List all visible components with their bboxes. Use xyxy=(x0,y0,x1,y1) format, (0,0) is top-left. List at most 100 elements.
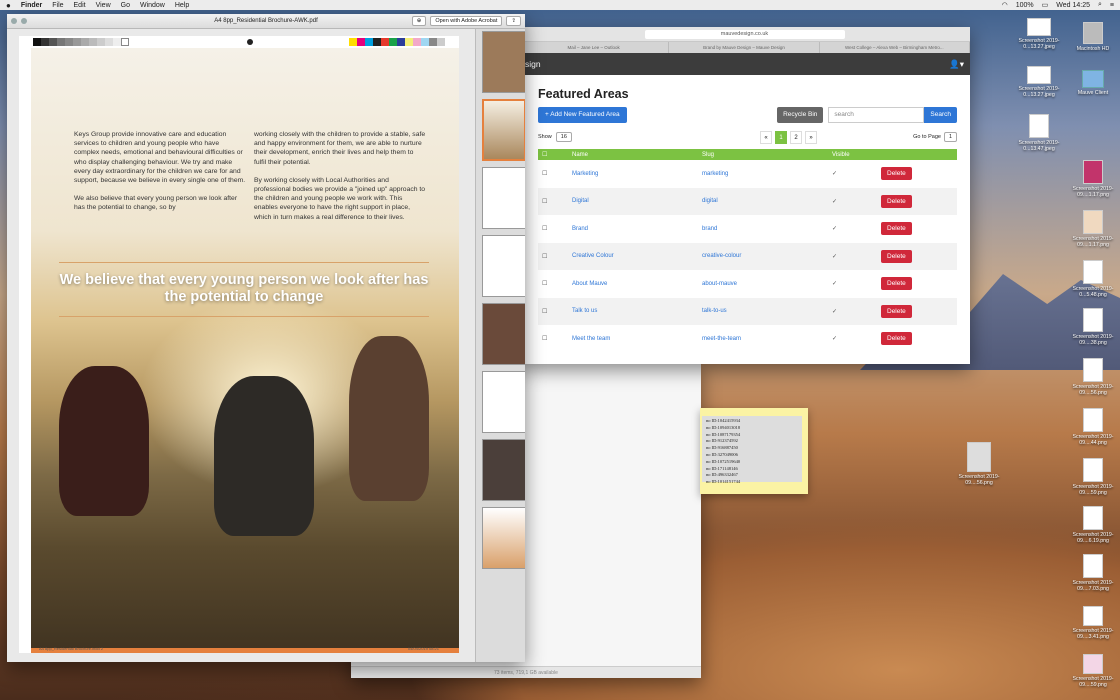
search-button[interactable]: Search xyxy=(924,106,957,123)
thumbnail-page-3[interactable] xyxy=(482,167,525,229)
desktop-screenshot[interactable]: Screenshot 2019-09....7.03.png xyxy=(1066,554,1120,592)
row-checkbox[interactable]: ☐ xyxy=(538,215,568,243)
cms-brand[interactable]: sign xyxy=(525,59,541,69)
menu-go[interactable]: Go xyxy=(121,2,130,9)
goto-select[interactable]: 1 xyxy=(943,132,957,142)
menu-list-icon[interactable]: ≡ xyxy=(1110,2,1114,9)
dragged-screenshot[interactable]: Screenshot 2019-09....56.png xyxy=(952,442,1006,486)
visible-check-icon[interactable]: ✓ xyxy=(828,242,877,271)
delete-button[interactable]: Delete xyxy=(881,332,912,346)
battery-icon[interactable]: ▭ xyxy=(1042,1,1049,9)
row-checkbox[interactable]: ☐ xyxy=(538,325,568,353)
zoom-icon[interactable]: ⊕ xyxy=(411,16,427,26)
row-checkbox[interactable]: ☐ xyxy=(538,160,568,188)
desktop-screenshot[interactable]: Screenshot 2019-09....6.19.png xyxy=(1066,506,1120,544)
thumbnail-page-6[interactable] xyxy=(482,371,525,433)
delete-button[interactable]: Delete xyxy=(881,277,912,291)
page-next[interactable]: » xyxy=(805,130,817,144)
wifi-icon[interactable]: ◠ xyxy=(1002,1,1008,9)
menu-file[interactable]: File xyxy=(52,2,63,9)
desktop-screenshot[interactable]: Screenshot 2019-09....44.png xyxy=(1066,408,1120,446)
menu-help[interactable]: Help xyxy=(175,2,189,9)
desktop-screenshot[interactable]: Screenshot 2019-09....1.17.png xyxy=(1066,160,1120,198)
desktop-screenshot[interactable]: Screenshot 2019-0...13.27.jpeg xyxy=(1012,18,1066,50)
desktop-screenshot[interactable]: Screenshot 2019-09....56.png xyxy=(1066,358,1120,396)
desktop-screenshot[interactable]: Screenshot 2019-0...5.48.png xyxy=(1066,260,1120,298)
page-2[interactable]: 2 xyxy=(790,130,802,144)
menu-finder[interactable]: Finder xyxy=(21,2,42,9)
sticky-note[interactable]: no ID:1042415934 no ID:1094013018 no ID:10… xyxy=(700,408,808,494)
thumbnail-page-5[interactable] xyxy=(482,303,525,365)
visible-check-icon[interactable]: ✓ xyxy=(828,325,877,353)
row-slug[interactable]: digital xyxy=(698,187,828,216)
desktop-screenshot[interactable]: Screenshot 2019-09....1.17.png xyxy=(1066,210,1120,248)
search-input[interactable]: search xyxy=(828,106,925,123)
row-checkbox[interactable]: ☐ xyxy=(538,297,568,326)
visible-check-icon[interactable]: ✓ xyxy=(828,187,877,216)
open-acrobat-button[interactable]: Open with Adobe Acrobat xyxy=(430,16,503,26)
delete-button[interactable]: Delete xyxy=(881,222,912,236)
delete-button[interactable]: Delete xyxy=(881,304,912,318)
menu-edit[interactable]: Edit xyxy=(74,2,86,9)
desktop-screenshot[interactable]: Screenshot 2019-0...13.27.jpeg xyxy=(1012,66,1066,98)
thumbnail-page-2[interactable] xyxy=(482,99,525,161)
apple-icon[interactable]: ● xyxy=(6,1,11,10)
recycle-bin-button[interactable]: Recycle Bin xyxy=(777,106,824,123)
row-checkbox[interactable]: ☐ xyxy=(538,270,568,298)
user-icon[interactable]: 👤▾ xyxy=(949,59,964,70)
minimize-button[interactable] xyxy=(21,18,27,24)
search-icon[interactable]: ⌕ xyxy=(1098,1,1102,9)
row-name[interactable]: About Mauve xyxy=(568,270,698,298)
page-prev[interactable]: « xyxy=(760,130,772,144)
row-name[interactable]: Meet the team xyxy=(568,325,698,353)
row-name[interactable]: Digital xyxy=(568,187,698,216)
visible-check-icon[interactable]: ✓ xyxy=(828,297,877,326)
visible-check-icon[interactable]: ✓ xyxy=(828,215,877,243)
row-slug[interactable]: meet-the-team xyxy=(698,325,828,353)
url-bar[interactable]: mauvedesign.co.uk xyxy=(644,29,845,39)
col-visible[interactable]: Visible xyxy=(828,149,877,160)
row-name[interactable]: Talk to us xyxy=(568,297,698,326)
visible-check-icon[interactable]: ✓ xyxy=(828,270,877,298)
thumbnail-page-7[interactable] xyxy=(482,439,525,501)
thumbnail-page-4[interactable] xyxy=(482,235,525,297)
tab-mail[interactable]: Mail – Jane Lee – Outlook xyxy=(519,42,670,53)
tab-brand[interactable]: Brand by Mauve Design – Mauve Design xyxy=(669,42,820,53)
desktop-screenshot[interactable]: Screenshot 2019-09....59.png xyxy=(1066,458,1120,496)
desktop-screenshot[interactable]: Screenshot 2019-09....59.png xyxy=(1066,654,1120,688)
row-slug[interactable]: talk-to-us xyxy=(698,297,828,326)
desktop-screenshot[interactable]: Screenshot 2019-09....3.41.png xyxy=(1066,606,1120,640)
close-button[interactable] xyxy=(11,18,17,24)
add-featured-area-button[interactable]: + Add New Featured Area xyxy=(538,106,627,123)
clock[interactable]: Wed 14:25 xyxy=(1056,2,1090,9)
menu-view[interactable]: View xyxy=(96,2,111,9)
visible-check-icon[interactable]: ✓ xyxy=(828,160,877,188)
delete-button[interactable]: Delete xyxy=(881,167,912,180)
row-slug[interactable]: about-mauve xyxy=(698,270,828,298)
thumbnail-page-8[interactable] xyxy=(482,507,525,569)
row-name[interactable]: Creative Colour xyxy=(568,242,698,271)
row-checkbox[interactable]: ☐ xyxy=(538,242,568,271)
tab-west-college[interactable]: West College – Alexa Web – Birmingham Me… xyxy=(820,42,970,53)
col-name[interactable]: Name xyxy=(568,149,698,160)
menu-window[interactable]: Window xyxy=(140,2,165,9)
row-name[interactable]: Marketing xyxy=(568,160,698,188)
col-slug[interactable]: Slug xyxy=(698,149,828,160)
share-icon[interactable]: ⇪ xyxy=(506,16,521,26)
thumbnail-page-1[interactable] xyxy=(482,31,525,93)
delete-button[interactable]: Delete xyxy=(881,249,912,263)
folder-icon[interactable]: Mauve Client xyxy=(1066,70,1120,96)
select-all-checkbox[interactable]: ☐ xyxy=(538,149,568,160)
pdf-page[interactable]: Keys Group provide innovative care and e… xyxy=(19,36,459,653)
row-slug[interactable]: creative-colour xyxy=(698,242,828,271)
desktop-screenshot[interactable]: Screenshot 2019-09....38.png xyxy=(1066,308,1120,346)
battery-text[interactable]: 100% xyxy=(1016,2,1034,9)
row-checkbox[interactable]: ☐ xyxy=(538,187,568,216)
desktop-screenshot[interactable]: Screenshot 2019-0...13.47.jpeg xyxy=(1012,114,1066,152)
note-text[interactable]: no ID:1042415934 no ID:1094013018 no ID:10… xyxy=(702,416,802,484)
drive-icon[interactable]: Macintosh HD xyxy=(1066,22,1120,52)
row-slug[interactable]: marketing xyxy=(698,160,828,188)
delete-button[interactable]: Delete xyxy=(881,194,912,208)
page-1[interactable]: 1 xyxy=(775,130,787,144)
row-slug[interactable]: brand xyxy=(698,215,828,243)
